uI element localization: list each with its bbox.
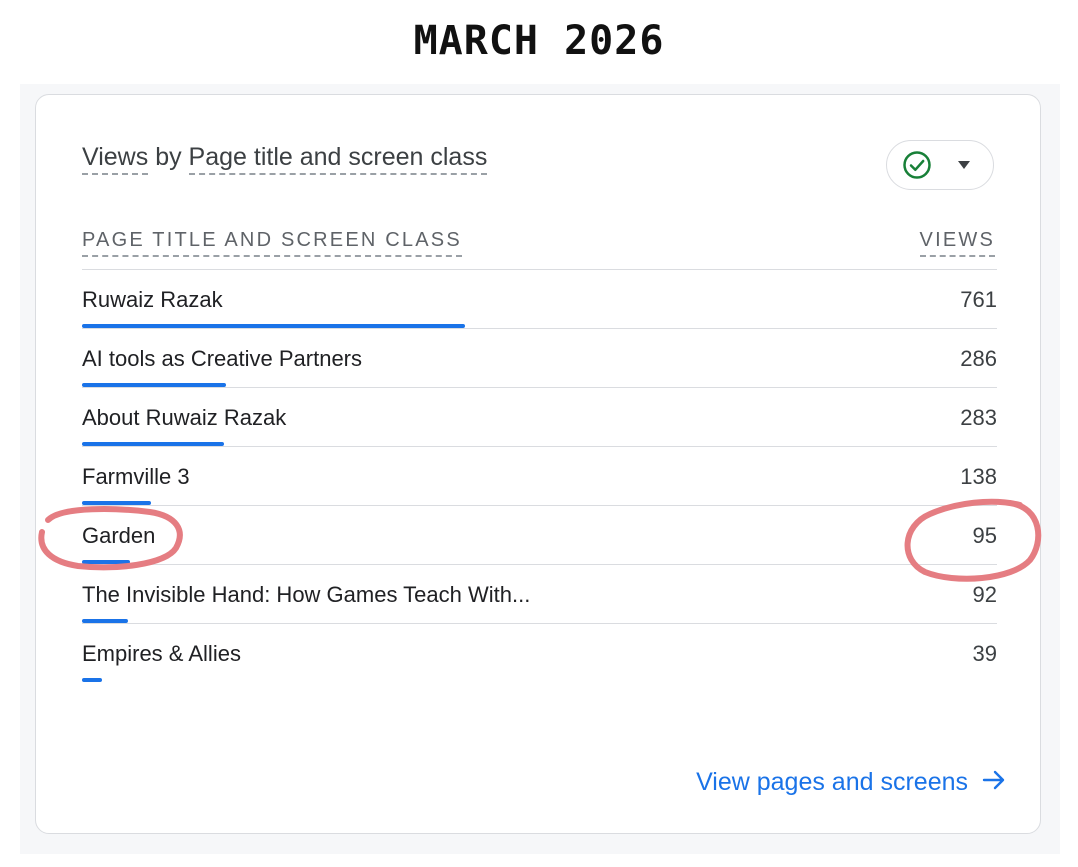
arrow-right-icon (982, 770, 1005, 790)
views-card: Views by Page title and screen class PAG… (35, 94, 1041, 834)
table-row[interactable]: Ruwaiz Razak 761 (82, 269, 997, 328)
check-circle-icon (903, 151, 931, 179)
row-page-title: Ruwaiz Razak (82, 287, 223, 312)
row-page-title: Empires & Allies (82, 641, 241, 666)
row-page-title: Garden (82, 523, 156, 548)
table-row[interactable]: The Invisible Hand: How Games Teach With… (82, 564, 997, 623)
row-views-value: 138 (960, 464, 997, 489)
card-title: Views by Page title and screen class (82, 143, 488, 175)
column-header-views[interactable]: VIEWS (919, 229, 995, 257)
row-page-title: About Ruwaiz Razak (82, 405, 287, 430)
row-views-value: 39 (972, 641, 997, 666)
page-heading: MARCH 2026 (413, 18, 665, 64)
table-row[interactable]: Empires & Allies 39 (82, 623, 997, 682)
view-pages-link-label: View pages and screens (696, 768, 968, 796)
comparison-dropdown-button[interactable] (886, 140, 994, 190)
row-page-title: Farmville 3 (82, 464, 190, 489)
card-title-connector: by (148, 143, 189, 171)
card-title-metric[interactable]: Views (82, 143, 149, 175)
card-title-dimension[interactable]: Page title and screen class (188, 143, 488, 175)
row-page-title: The Invisible Hand: How Games Teach With… (82, 582, 531, 607)
row-views-value: 283 (960, 405, 997, 430)
caret-down-icon (958, 161, 970, 169)
row-views-value: 95 (972, 523, 997, 548)
table-row[interactable]: AI tools as Creative Partners 286 (82, 328, 997, 387)
column-header-page-title[interactable]: PAGE TITLE AND SCREEN CLASS (82, 229, 462, 257)
row-page-title: AI tools as Creative Partners (82, 346, 363, 371)
table-row[interactable]: Garden 95 (82, 505, 997, 564)
view-pages-link[interactable]: View pages and screens (696, 768, 1006, 797)
row-views-bar (82, 678, 102, 682)
table-row[interactable]: Farmville 3 138 (82, 446, 997, 505)
row-views-value: 92 (972, 582, 997, 607)
table-row[interactable]: About Ruwaiz Razak 283 (82, 387, 997, 446)
page: MARCH 2026 Views by Page title and scree… (0, 0, 1078, 867)
row-views-value: 286 (960, 346, 997, 371)
row-views-value: 761 (960, 287, 997, 312)
